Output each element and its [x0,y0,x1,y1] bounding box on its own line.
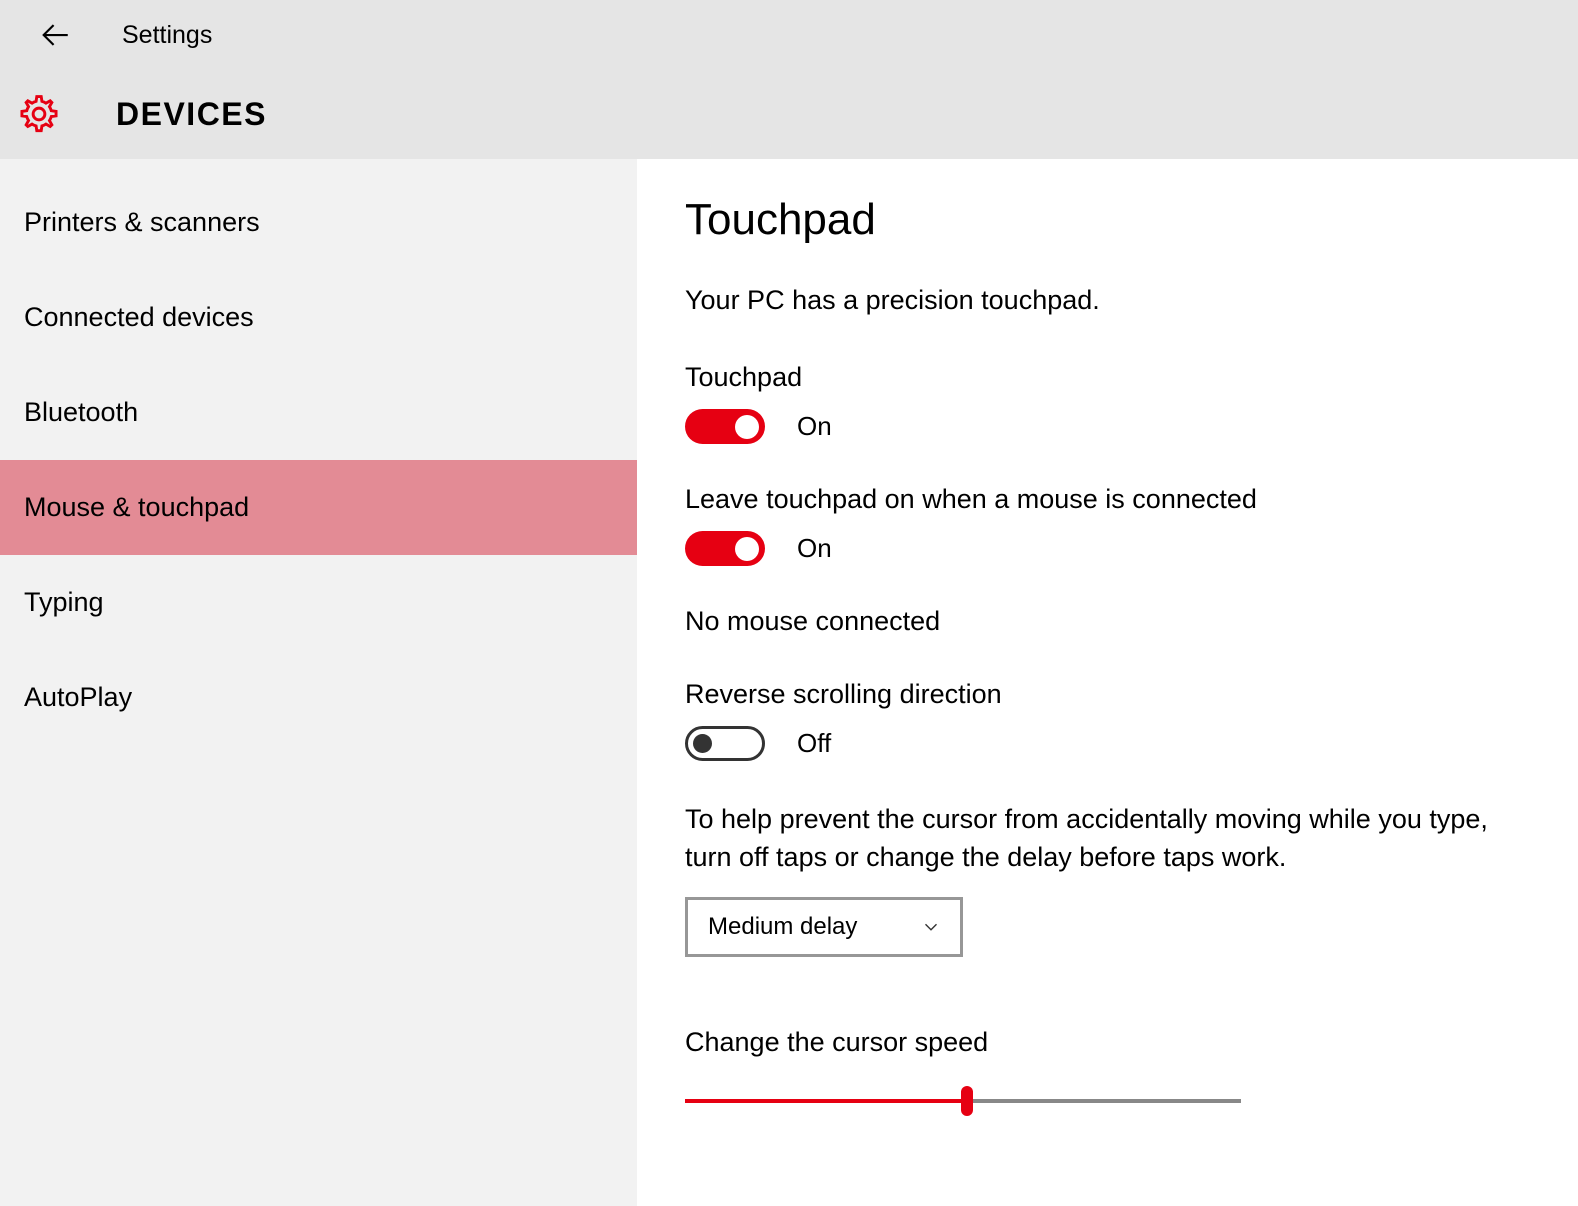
category-title: DEVICES [116,96,267,133]
reverse-toggle-state: Off [797,728,831,759]
touchpad-toggle[interactable] [685,409,765,444]
sidebar-item-mouse-touchpad[interactable]: Mouse & touchpad [0,460,637,555]
category-row: DEVICES [0,70,1578,158]
content-pane: Touchpad Your PC has a precision touchpa… [637,159,1578,1206]
sidebar: Printers & scanners Connected devices Bl… [0,159,637,1206]
app-title: Settings [122,21,212,50]
sidebar-item-label: Connected devices [24,302,254,333]
sidebar-item-label: Mouse & touchpad [24,492,249,523]
touchpad-toggle-state: On [797,411,832,442]
sidebar-item-autoplay[interactable]: AutoPlay [0,650,637,745]
page-heading: Touchpad [685,195,1578,245]
toggle-knob [735,415,759,439]
sidebar-item-label: AutoPlay [24,682,132,713]
leave-on-toggle-row: On [685,531,1578,566]
sidebar-item-printers[interactable]: Printers & scanners [0,175,637,270]
back-button[interactable] [30,10,80,60]
cursor-speed-slider[interactable] [685,1086,1241,1116]
chevron-down-icon [920,916,942,938]
body-area: Printers & scanners Connected devices Bl… [0,159,1578,1206]
title-row: Settings [0,0,1578,70]
slider-track-empty [965,1099,1241,1103]
touchpad-toggle-label: Touchpad [685,362,1578,393]
leave-on-toggle[interactable] [685,531,765,566]
sidebar-item-label: Printers & scanners [24,207,260,238]
slider-track-filled [685,1099,965,1103]
leave-on-toggle-state: On [797,533,832,564]
sidebar-item-connected-devices[interactable]: Connected devices [0,270,637,365]
toggle-knob [735,537,759,561]
header-bar: Settings DEVICES [0,0,1578,159]
precision-text: Your PC has a precision touchpad. [685,285,1578,316]
sidebar-item-typing[interactable]: Typing [0,555,637,650]
slider-thumb[interactable] [961,1086,973,1116]
reverse-toggle-label: Reverse scrolling direction [685,679,1578,710]
mouse-status: No mouse connected [685,606,1578,637]
toggle-knob [693,734,712,753]
gear-icon [17,92,61,136]
arrow-left-icon [38,18,72,52]
sidebar-item-label: Typing [24,587,104,618]
taps-help-text: To help prevent the cursor from accident… [685,801,1515,877]
reverse-toggle[interactable] [685,726,765,761]
leave-on-toggle-label: Leave touchpad on when a mouse is connec… [685,484,1578,515]
touchpad-toggle-row: On [685,409,1578,444]
sidebar-item-bluetooth[interactable]: Bluetooth [0,365,637,460]
dropdown-selected: Medium delay [708,913,857,941]
sidebar-item-label: Bluetooth [24,397,138,428]
delay-dropdown[interactable]: Medium delay [685,897,963,957]
reverse-toggle-row: Off [685,726,1578,761]
cursor-speed-label: Change the cursor speed [685,1027,1578,1058]
